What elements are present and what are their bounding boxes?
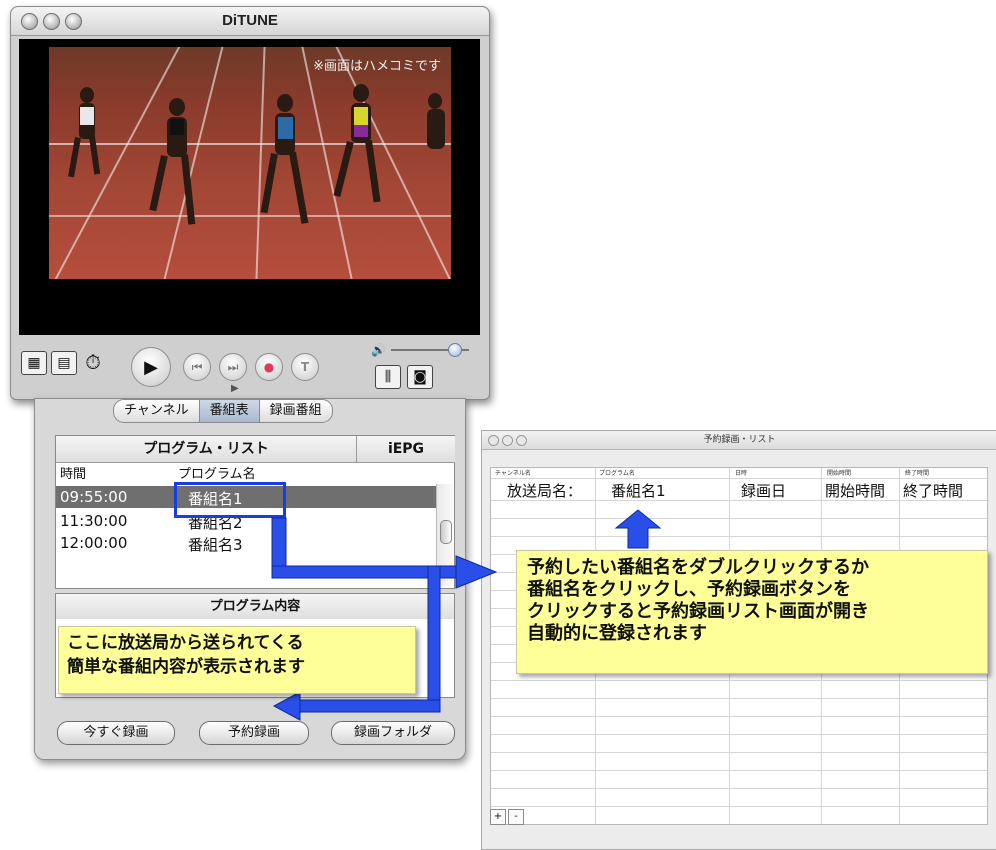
callout-line: クリックすると予約録画リスト画面が開き (527, 601, 869, 622)
callout-line: 簡単な番組内容が表示されます (67, 657, 305, 677)
guide-arrows (271, 509, 662, 721)
callout-line: 予約したい番組名をダブルクリックするか (527, 557, 869, 578)
callout-line: ここに放送局から送られてくる (67, 633, 304, 653)
callout-line: 番組名をクリックし、予約録画ボタンを (527, 579, 851, 600)
reserve-callout: 予約したい番組名をダブルクリックするか 番組名をクリックし、予約録画ボタンを ク… (516, 550, 988, 674)
description-callout: ここに放送局から送られてくる 簡単な番組内容が表示されます (58, 626, 416, 694)
callout-line: 自動的に登録されます (527, 623, 707, 644)
